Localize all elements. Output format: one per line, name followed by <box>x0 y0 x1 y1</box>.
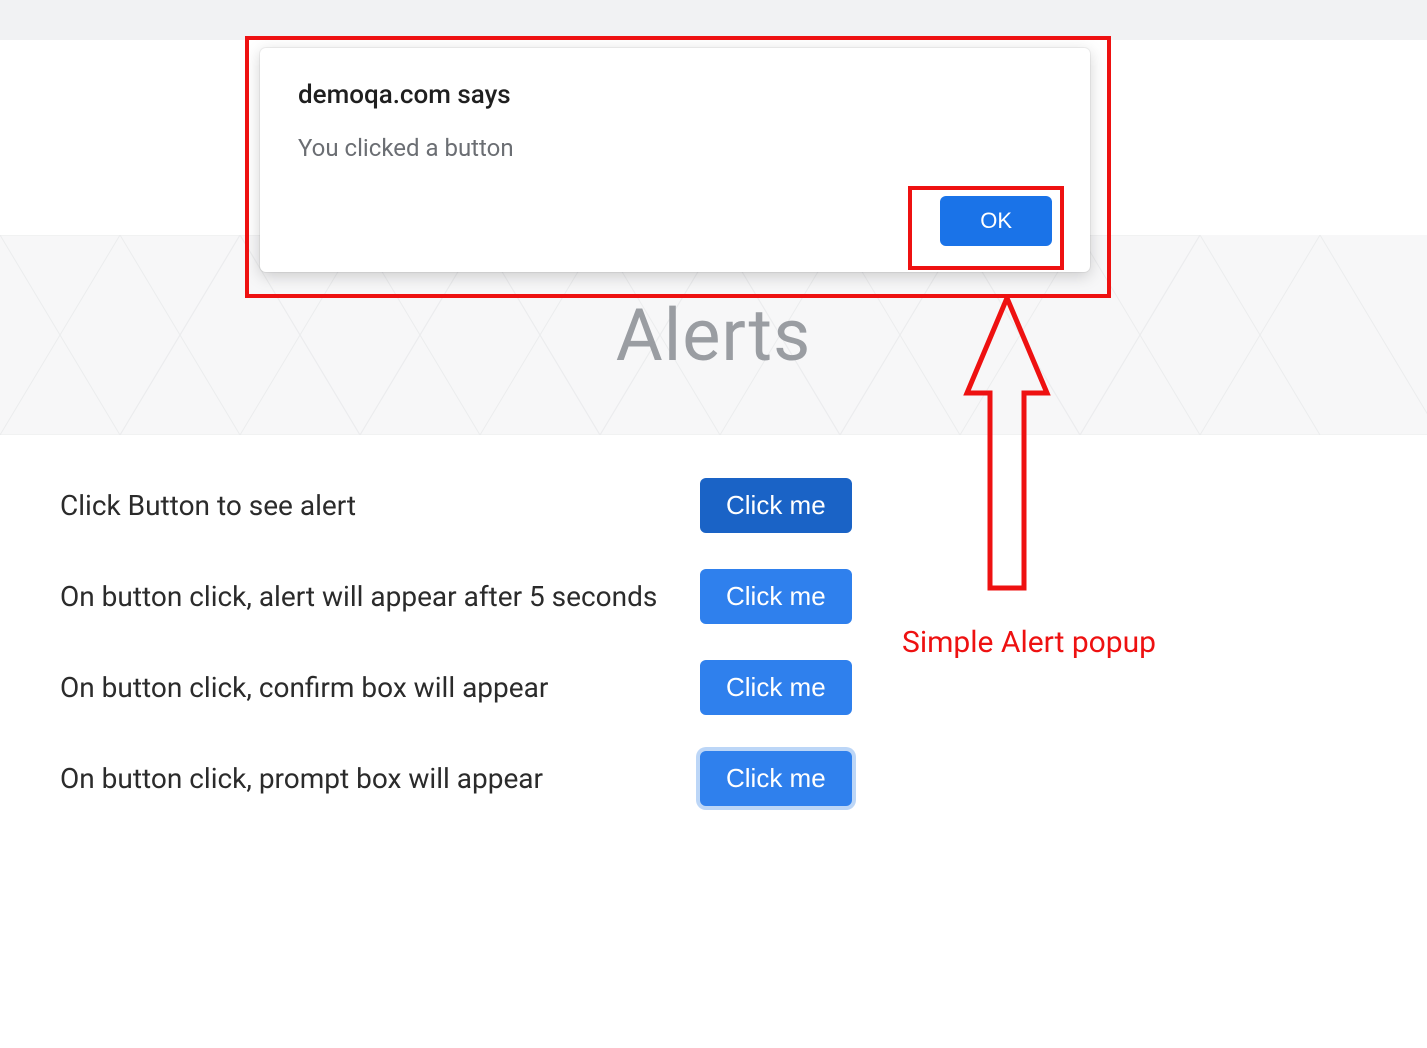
alert-button-timed[interactable]: Click me <box>700 569 852 624</box>
alert-row-label: Click Button to see alert <box>60 487 700 525</box>
alert-row-label: On button click, prompt box will appear <box>60 760 700 798</box>
browser-top-bar <box>0 0 1427 40</box>
alert-row-prompt: On button click, prompt box will appear … <box>12 733 1387 824</box>
dialog-message: You clicked a button <box>298 134 1052 162</box>
alert-row-simple: Click Button to see alert Click me <box>12 460 1387 551</box>
alert-row-timed: On button click, alert will appear after… <box>12 551 1387 642</box>
alert-button-confirm[interactable]: Click me <box>700 660 852 715</box>
annotation-label: Simple Alert popup <box>902 625 1156 660</box>
alert-row-label: On button click, confirm box will appear <box>60 669 700 707</box>
alert-button-prompt[interactable]: Click me <box>700 751 852 806</box>
alerts-panel: Click Button to see alert Click me On bu… <box>12 460 1387 824</box>
alert-row-confirm: On button click, confirm box will appear… <box>12 642 1387 733</box>
page-title: Alerts <box>616 293 812 378</box>
alert-row-label: On button click, alert will appear after… <box>60 578 700 616</box>
dialog-actions: OK <box>298 196 1052 246</box>
dialog-ok-button[interactable]: OK <box>940 196 1052 246</box>
js-alert-dialog: demoqa.com says You clicked a button OK <box>260 48 1090 272</box>
dialog-title: demoqa.com says <box>298 80 1052 110</box>
alert-button-simple[interactable]: Click me <box>700 478 852 533</box>
